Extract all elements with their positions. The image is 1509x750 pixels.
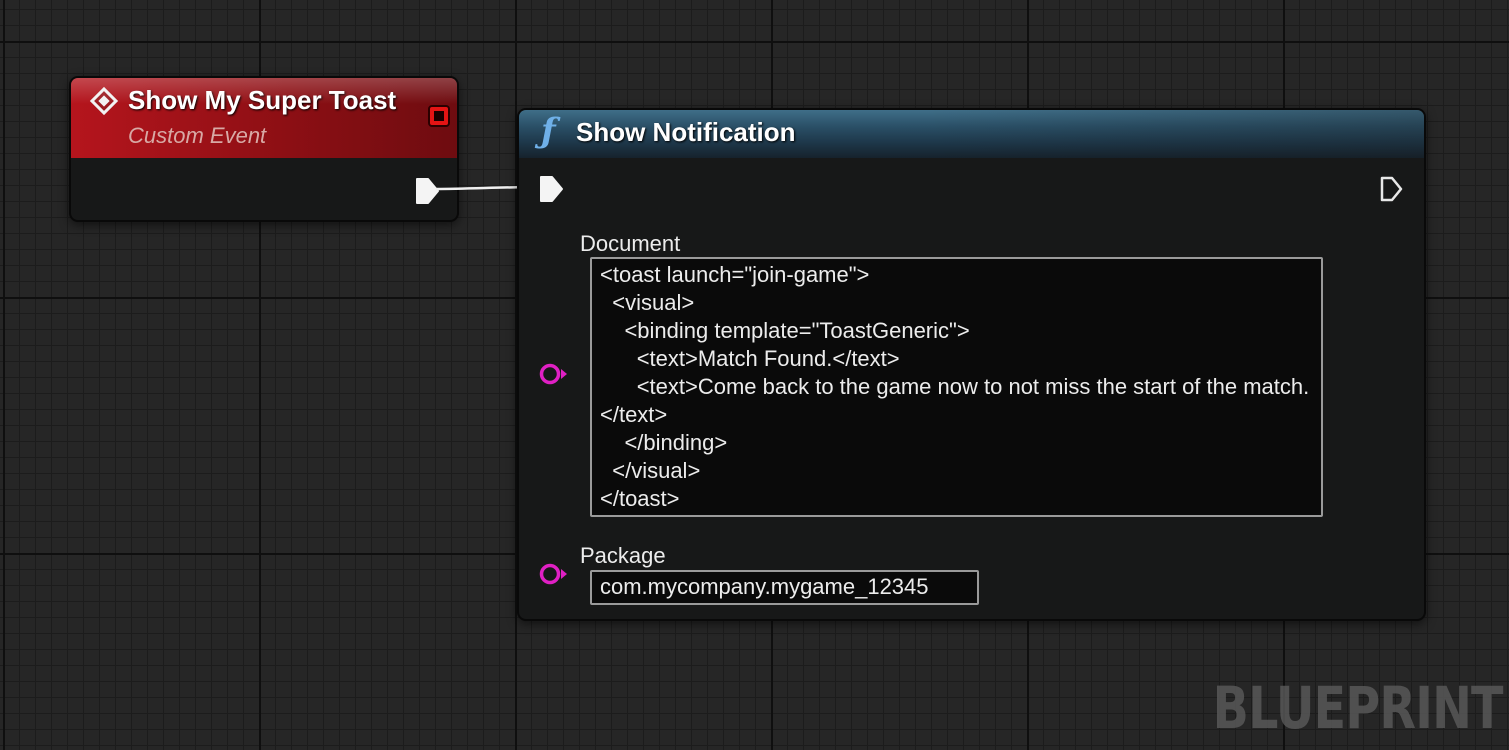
custom-event-node[interactable]: Show My Super Toast Custom Event bbox=[69, 76, 459, 222]
string-pin-circle-icon bbox=[539, 363, 567, 385]
event-node-subtitle: Custom Event bbox=[128, 123, 267, 148]
function-node-title: Show Notification bbox=[576, 117, 796, 147]
package-text-field[interactable]: com.mycompany.mygame_12345 bbox=[590, 570, 979, 605]
string-pin-circle-icon bbox=[539, 563, 567, 585]
event-node-header[interactable]: Show My Super Toast Custom Event bbox=[71, 78, 457, 158]
document-input-pin[interactable] bbox=[538, 360, 570, 388]
delegate-output-pin[interactable] bbox=[428, 105, 450, 127]
function-icon: ƒ bbox=[541, 111, 556, 151]
exec-arrow-filled-icon bbox=[540, 176, 563, 202]
exec-arrow-filled-icon bbox=[416, 178, 439, 204]
document-pin-label: Document bbox=[580, 231, 681, 256]
function-node-header[interactable]: ƒ Show Notification bbox=[519, 110, 1424, 158]
event-node-title: Show My Super Toast bbox=[128, 85, 397, 115]
document-text-field[interactable]: <toast launch="join-game"> <visual> <bin… bbox=[590, 257, 1323, 517]
function-exec-input-pin[interactable] bbox=[538, 174, 566, 204]
function-exec-output-pin[interactable] bbox=[1378, 174, 1406, 204]
event-exec-output-pin[interactable] bbox=[414, 176, 442, 206]
package-pin-label: Package bbox=[580, 543, 666, 568]
package-input-pin[interactable] bbox=[538, 560, 570, 588]
exec-arrow-outline-icon bbox=[1380, 176, 1403, 202]
blueprint-watermark: BLUEPRINT bbox=[1212, 674, 1504, 742]
custom-event-diamond-icon bbox=[89, 86, 119, 116]
show-notification-node[interactable]: ƒ Show Notification Document <toast laun… bbox=[517, 108, 1426, 621]
